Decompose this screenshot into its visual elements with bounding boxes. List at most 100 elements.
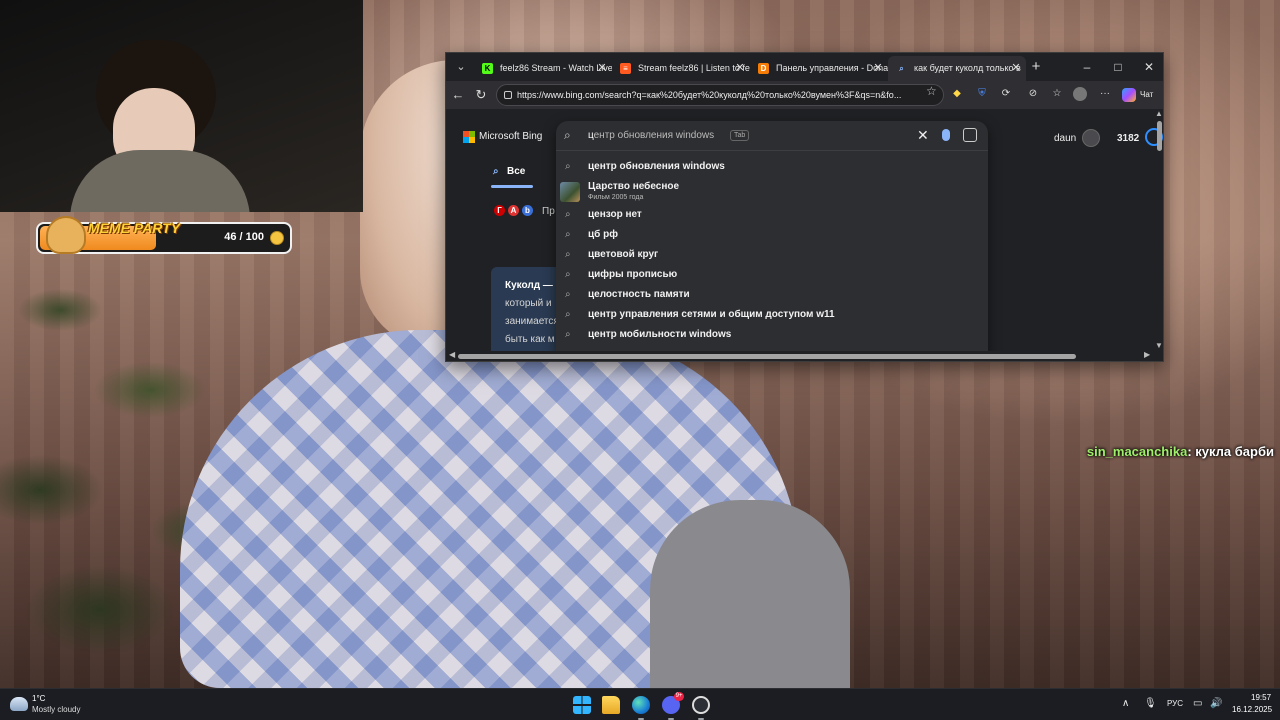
tab-actions-chevron-icon[interactable]: ⌄ <box>450 57 472 77</box>
microsoft-logo-icon <box>463 131 475 143</box>
back-arrow-icon[interactable]: ← <box>448 85 468 105</box>
address-url: https://www.bing.com/search?q=как%20буде… <box>517 90 902 100</box>
scroll-right-arrow-icon[interactable]: ▶ <box>1144 350 1150 359</box>
tab-close-icon[interactable]: ✕ <box>1010 56 1022 81</box>
clock-time[interactable]: 19:57 <box>1251 693 1271 702</box>
maximize-icon[interactable]: □ <box>1104 57 1132 77</box>
close-window-icon[interactable]: ✕ <box>1135 57 1163 77</box>
file-explorer-icon[interactable] <box>602 696 620 714</box>
suggestion-item[interactable]: ⌕ цифры прописью <box>556 265 988 285</box>
visual-search-icon[interactable] <box>963 128 977 142</box>
user-avatar-icon[interactable] <box>1082 129 1100 147</box>
suggestion-label: цветовой круг <box>588 249 659 260</box>
search-icon: ⌕ <box>565 161 571 172</box>
search-icon: ⌕ <box>565 309 571 320</box>
site-icon: A <box>508 205 519 216</box>
minimize-icon[interactable]: – <box>1073 57 1101 77</box>
weather-cloud-icon[interactable] <box>10 697 28 711</box>
kick-icon: K <box>482 63 493 74</box>
suggestion-rich-subtitle: Фильм 2005 года <box>588 194 644 201</box>
site-icon: b <box>522 205 533 216</box>
suggestion-rich-title: Царство небесное <box>588 181 680 192</box>
tab-key-hint: Tab <box>730 130 750 141</box>
suggestion-label: цифры прописью <box>588 269 678 280</box>
tab-close-icon[interactable]: ✕ <box>734 56 746 81</box>
more-dots-icon[interactable]: ··· <box>1098 87 1112 101</box>
movie-thumbnail <box>560 182 580 202</box>
meme-party-title: MEME PARTY <box>88 220 181 236</box>
chat-username: sin_macanchika <box>1086 444 1188 459</box>
scroll-up-arrow-icon[interactable]: ▲ <box>1155 109 1163 118</box>
suggestion-item[interactable]: ⌕ центр управления сетями и общим доступ… <box>556 305 988 325</box>
suggestion-item[interactable]: ⌕ целостность памяти <box>556 285 988 305</box>
suggestion-label: центр управления сетями и общим доступом… <box>588 309 835 320</box>
scroll-down-arrow-icon[interactable]: ▼ <box>1155 341 1163 350</box>
rewards-points[interactable]: 3182 <box>1117 133 1139 144</box>
user-name[interactable]: daun <box>1054 133 1076 144</box>
tab-bing-search[interactable]: ⌕ как будет куколд только в ✕ <box>888 56 1026 81</box>
scroll-left-arrow-icon[interactable]: ◀ <box>449 350 455 359</box>
split-screen-icon[interactable]: ⊘ <box>1026 87 1040 101</box>
extensions-puzzle-icon[interactable]: ⟳ <box>999 87 1013 101</box>
tray-overflow-chevron-icon[interactable]: ∧ <box>1122 698 1129 709</box>
search-box: ⌕ центр обновления windows Tab ✕ ⌕ центр… <box>556 121 988 355</box>
search-autocomplete-text: ентр обновления windows <box>593 130 715 141</box>
vertical-scroll-thumb[interactable] <box>1157 121 1162 151</box>
suggestion-label: центр мобильности windows <box>588 329 732 340</box>
vertical-scrollbar[interactable]: ▲ ▼ <box>1155 109 1163 351</box>
collections-icon[interactable]: ☆ <box>1050 87 1064 101</box>
scope-icons: ГAb <box>494 205 536 216</box>
browser-window: ⌄ K feelz86 Stream - Watch Live ✕ ≡ Stre… <box>445 52 1164 362</box>
microphone-icon[interactable]: 🎙 <box>1144 698 1157 709</box>
address-bar[interactable]: https://www.bing.com/search?q=как%20буде… <box>496 84 944 106</box>
coin-icon <box>270 231 284 245</box>
edge-browser-icon[interactable] <box>632 696 650 714</box>
suggestion-item[interactable]: ⌕ центр обновления windows <box>556 157 988 177</box>
profile-avatar-icon[interactable] <box>1073 87 1087 101</box>
search-icon: ⌕ <box>565 269 571 280</box>
search-icon: ⌕ <box>493 166 499 177</box>
tab-all-underline <box>491 185 533 188</box>
answer-card-line: быть как м <box>505 334 555 345</box>
search-icon: ⌕ <box>565 289 571 300</box>
search-icon: ⌕ <box>565 329 571 340</box>
donationalerts-icon: D <box>758 63 769 74</box>
clock-date[interactable]: 16.12.2025 <box>1232 705 1272 714</box>
copilot-chat-button[interactable]: Чат <box>1122 85 1162 105</box>
copilot-icon <box>1122 88 1136 102</box>
weather-temperature[interactable]: 1°C <box>32 694 45 703</box>
horizontal-scrollbar[interactable]: ◀ ▶ <box>446 350 1163 361</box>
favorite-star-icon[interactable]: ☆ <box>926 84 937 98</box>
microphone-icon[interactable] <box>942 129 950 141</box>
windows-start-icon[interactable] <box>573 696 591 714</box>
weather-description[interactable]: Mostly cloudy <box>32 705 80 714</box>
suggestion-item[interactable]: ⌕ цб рф <box>556 225 988 245</box>
tab-stream-listen[interactable]: ≡ Stream feelz86 | Listen to fe ✕ <box>612 56 750 81</box>
tab-all[interactable]: ⌕ Все <box>493 166 525 177</box>
suggestion-item[interactable]: ⌕ цензор нет <box>556 205 988 225</box>
discord-notification-badge: 9+ <box>674 692 684 701</box>
volume-icon[interactable]: 🔊 <box>1210 698 1222 709</box>
stream-icon: ≡ <box>620 63 631 74</box>
reload-icon[interactable]: ↻ <box>471 85 491 105</box>
suggestion-item[interactable]: ⌕ цветовой круг <box>556 245 988 265</box>
tab-close-icon[interactable]: ✕ <box>596 56 608 81</box>
extension-bolt-icon[interactable]: ◆ <box>950 87 964 101</box>
bing-logo[interactable]: Microsoft Bing <box>463 131 542 143</box>
chat-message: sin_macanchika: кукла барби <box>1087 444 1274 459</box>
search-input[interactable]: ⌕ центр обновления windows Tab ✕ <box>556 121 988 151</box>
tab-close-icon[interactable]: ✕ <box>872 56 884 81</box>
tab-label: как будет куколд только в <box>914 63 1021 73</box>
suggestion-item[interactable]: ⌕ центр мобильности windows <box>556 325 988 345</box>
search-input-value: центр обновления windows <box>588 130 714 141</box>
tab-kick-stream[interactable]: K feelz86 Stream - Watch Live ✕ <box>474 56 612 81</box>
obs-icon[interactable] <box>692 696 710 714</box>
extension-shield-icon[interactable]: ⛨ <box>975 87 989 101</box>
network-icon[interactable]: ▭ <box>1193 698 1202 709</box>
input-language[interactable]: РУС <box>1167 699 1183 708</box>
suggestion-item-rich[interactable]: Царство небесное Фильм 2005 года <box>556 179 988 205</box>
clear-icon[interactable]: ✕ <box>917 127 929 144</box>
new-tab-plus-icon[interactable]: + <box>1026 57 1046 77</box>
horizontal-scroll-thumb[interactable] <box>458 354 1076 359</box>
tab-donationalerts[interactable]: D Панель управления - Donat ✕ <box>750 56 888 81</box>
